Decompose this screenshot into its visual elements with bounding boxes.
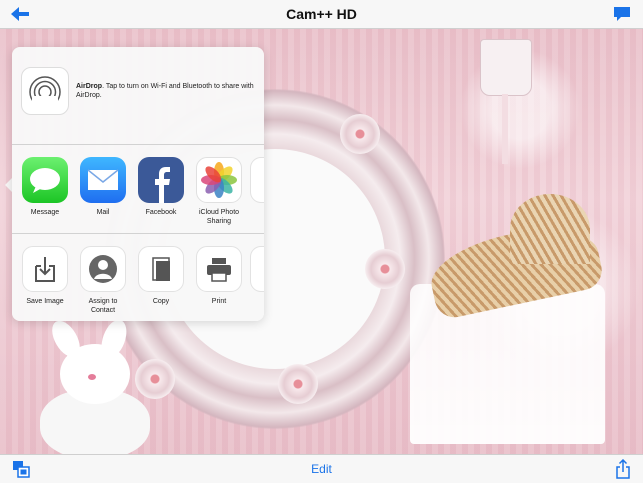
print-button[interactable]: Print (192, 246, 246, 306)
bottom-toolbar: Edit (0, 454, 643, 483)
facebook-icon (138, 157, 184, 203)
share-action-label: Copy (152, 298, 170, 305)
share-action-more-peek[interactable] (250, 246, 264, 292)
mail-icon (80, 157, 126, 203)
share-action-label: Save Image (26, 298, 64, 305)
assign-to-contact-button[interactable]: Assign to Contact (76, 246, 130, 315)
message-icon (22, 157, 68, 203)
more-action-icon (250, 246, 264, 292)
wicker-cradle (410, 194, 610, 454)
more-app-icon (250, 157, 264, 203)
airdrop-row[interactable]: AirDrop. Tap to turn on Wi-Fi and Blueto… (12, 47, 264, 145)
share-action-label: Assign to Contact (88, 298, 118, 314)
save-image-button[interactable]: Save Image (18, 246, 72, 306)
share-icon[interactable] (615, 459, 631, 479)
share-apps-row: Message Mail Facebook iCloud Photo Shari… (12, 145, 264, 234)
share-app-label: Mail (96, 209, 110, 216)
share-mail-button[interactable]: Mail (76, 157, 130, 217)
airdrop-description: AirDrop. Tap to turn on Wi-Fi and Blueto… (76, 83, 254, 99)
share-sheet: AirDrop. Tap to turn on Wi-Fi and Blueto… (12, 47, 264, 321)
rosette-decoration (340, 114, 380, 154)
share-app-label: Message (30, 209, 60, 216)
edit-button[interactable]: Edit (0, 462, 643, 476)
print-icon (196, 246, 242, 292)
wall-lamp (475, 39, 535, 169)
contact-icon (80, 246, 126, 292)
share-icloud-photo-sharing-button[interactable]: iCloud Photo Sharing (192, 157, 246, 226)
share-action-label: Print (211, 298, 227, 305)
share-facebook-button[interactable]: Facebook (134, 157, 188, 217)
rosette-decoration (278, 364, 318, 404)
top-navigation-bar: Cam++ HD (0, 0, 643, 29)
airdrop-icon (21, 67, 69, 115)
app-title: Cam++ HD (286, 6, 357, 22)
copy-icon (138, 246, 184, 292)
message-bubble-icon[interactable] (613, 6, 631, 22)
share-app-label: Facebook (145, 209, 177, 216)
share-more-peek[interactable] (250, 157, 264, 203)
share-app-label: iCloud Photo Sharing (198, 209, 240, 225)
rosette-decoration (365, 249, 405, 289)
popover-arrow (5, 178, 12, 192)
share-actions-row: Save Image Assign to Contact Copy Print (12, 234, 264, 321)
photos-icon (196, 157, 242, 203)
save-image-icon (22, 246, 68, 292)
plush-bunny (25, 316, 165, 454)
copy-button[interactable]: Copy (134, 246, 188, 306)
share-message-button[interactable]: Message (18, 157, 72, 217)
